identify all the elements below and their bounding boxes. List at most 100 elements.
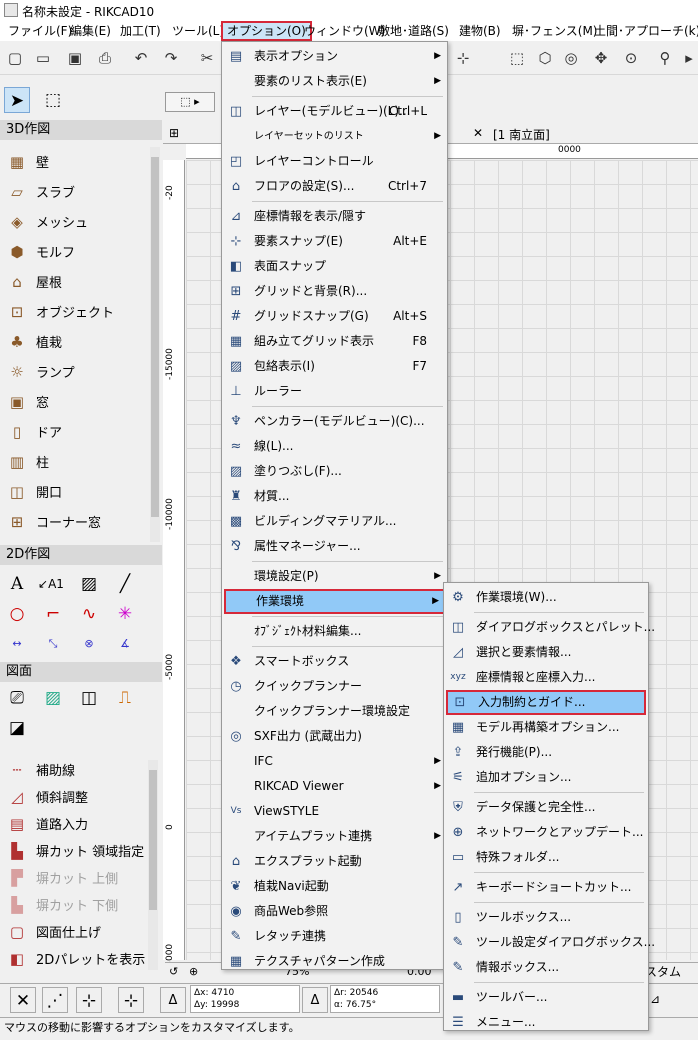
menu-item-building-material[interactable]: ▩ ビルディングマテリアル... (224, 509, 445, 534)
camera-tool-icon[interactable]: ⎚ (4, 685, 30, 711)
menu-item-web[interactable]: ◉ 商品Web参照 (224, 899, 445, 924)
section-3d-header[interactable]: 3D作図 (0, 120, 162, 140)
level-dimension-icon[interactable]: ⤡ (40, 631, 66, 657)
line-tool-icon[interactable]: ╱ (112, 571, 138, 597)
angle-dimension-icon[interactable]: ∡ (112, 631, 138, 657)
save-icon[interactable]: ▣ (64, 47, 86, 69)
menubar-item-4[interactable]: オプション(O) (221, 21, 312, 41)
menubar-item-9[interactable]: 土間･アプローチ(k) (590, 21, 698, 41)
tool-drawing-finish[interactable]: ▢ 図面仕上げ (6, 919, 101, 946)
menu-item-pen-color[interactable]: ♆ ペンカラー(モデルビュー)(C)... (224, 409, 445, 434)
navigate-icon[interactable]: ✥ (590, 47, 612, 69)
tool-wall[interactable]: ▦ 壁 (6, 147, 49, 177)
menu-item-1[interactable]: 要素のリスト表示(E) ▶ (224, 69, 445, 94)
menu-item-27[interactable]: ｵﾌﾞｼﾞｪｸﾄ材料編集... (224, 619, 445, 644)
text-tool-icon[interactable]: A (4, 571, 30, 597)
menu-item-grid[interactable]: ⊞ グリッドと背景(R)... (224, 279, 445, 304)
tool-roof[interactable]: ⌂ 屋根 (6, 267, 62, 297)
menu-item-25[interactable]: 作業環境 ▶ (224, 589, 445, 614)
menu-item-33[interactable]: IFC ▶ (224, 749, 445, 774)
menu-item-layer[interactable]: ◫ レイヤー(モデルビュー)(L)... Ctrl+L (224, 99, 445, 124)
redo-icon[interactable]: ↷ (160, 47, 182, 69)
delta-coordinates[interactable]: Δx: 4710 Δy: 19998 (190, 985, 300, 1013)
relative-construction-icon[interactable]: ⊹ (76, 987, 102, 1013)
tool-morph[interactable]: ⬢ モルフ (6, 237, 75, 267)
menu-item-coordinates[interactable]: ⊿ 座標情報を表示/隠す (224, 204, 445, 229)
tool-road[interactable]: ▤ 道路入力 (6, 811, 88, 838)
circle-tool-icon[interactable]: ○ (4, 601, 30, 627)
hotspot-tool-icon[interactable]: ✳ (112, 601, 138, 627)
menu-item-floor-settings[interactable]: ⌂ フロアの設定(S)... Ctrl+7 (224, 174, 445, 199)
menu-item-data-protection[interactable]: ⛨ データ保護と完全性... (446, 795, 646, 820)
menu-item-texture[interactable]: ▦ テクスチャパターン作成 (224, 949, 445, 974)
snap-mode-icon[interactable]: ✕ (10, 987, 36, 1013)
undo-icon[interactable]: ↶ (130, 47, 152, 69)
menu-item-line-type[interactable]: ≈ 線(L)... (224, 434, 445, 459)
worksheet-tool-icon[interactable]: ◫ (76, 685, 102, 711)
tool-palette-2d[interactable]: ◧ 2Dパレットを表示 (6, 946, 145, 973)
menu-item-info-box[interactable]: ✎ 情報ボックス... (446, 955, 646, 980)
figure-tool-icon[interactable]: ▨ (40, 685, 66, 711)
menu-item-fill[interactable]: ▨ 塗りつぶし(F)... (224, 459, 445, 484)
menu-item-retouch[interactable]: ✎ レタッチ連携 (224, 924, 445, 949)
new-icon[interactable]: ▢ (4, 47, 26, 69)
tab-south-elevation[interactable]: [1 南立面] (493, 126, 550, 143)
zoom-undo-icon[interactable]: ↺ (169, 965, 178, 978)
print-icon[interactable]: ⎙ (94, 47, 116, 69)
tool-door[interactable]: ▯ ドア (6, 417, 62, 447)
tool-fence-cut[interactable]: ▙ 塀カット 領域指定 (6, 838, 144, 865)
menu-item-plant-navi[interactable]: ❦ 植栽Navi起動 (224, 874, 445, 899)
menubar-item-6[interactable]: 敷地･道路(S) (374, 21, 453, 41)
tool-column[interactable]: ▥ 柱 (6, 447, 49, 477)
palette-bottom-scrollbar[interactable] (148, 760, 158, 970)
menubar-item-7[interactable]: 建物(B) (455, 21, 505, 41)
menu-item-input-constraint[interactable]: ⊡ 入力制約とガイド... (446, 690, 646, 715)
tool-mesh[interactable]: ◈ メッシュ (6, 207, 88, 237)
tool-slope[interactable]: ◿ 傾斜調整 (6, 784, 88, 811)
menu-item-surface-snap[interactable]: ◧ 表面スナップ (224, 254, 445, 279)
label-tool-icon[interactable]: ↙A1 (38, 571, 64, 597)
menu-item-layer-control[interactable]: ◰ レイヤーコントロール (224, 149, 445, 174)
walk-icon[interactable]: ⊙ (620, 47, 642, 69)
tool-guide-line[interactable]: ┄ 補助線 (6, 757, 75, 784)
tool-window[interactable]: ▣ 窓 (6, 387, 49, 417)
menu-item-network[interactable]: ⊕ ネットワークとアップデート... (446, 820, 646, 845)
tool-object[interactable]: ⊡ オブジェクト (6, 297, 114, 327)
select-box-icon[interactable]: ⬚ (506, 47, 528, 69)
menu-item-coord-input[interactable]: xyz 座標情報と座標入力... (446, 665, 646, 690)
tool-fence-cut-bottom[interactable]: ▙ 塀カット 下側 (6, 892, 118, 919)
menu-item-menu[interactable]: ☰ メニュー... (446, 1010, 646, 1035)
menu-item-ruler[interactable]: ⊥ ルーラー (224, 379, 445, 404)
menu-item-element-snap[interactable]: ⊹ 要素スナップ(E) Alt+E (224, 229, 445, 254)
section-drawing-header[interactable]: 図面 (0, 662, 162, 682)
palette-scrollbar[interactable] (150, 147, 160, 542)
special-snap-icon[interactable]: ⊹ (118, 987, 144, 1013)
hatch-tool-icon[interactable]: ▨ (76, 571, 102, 597)
cut-icon[interactable]: ✂ (196, 47, 218, 69)
menubar-item-3[interactable]: ツール(L) (168, 21, 228, 41)
tool-slab[interactable]: ▱ スラブ (6, 177, 75, 207)
menu-item-publish[interactable]: ⇪ 発行機能(P)... (446, 740, 646, 765)
menu-item-smartbox[interactable]: ❖ スマートボックス (224, 649, 445, 674)
menu-item-sxf-export[interactable]: ◎ SXF出力 (武蔵出力) (224, 724, 445, 749)
menu-item-viewstyle[interactable]: Vs ViewSTYLE (224, 799, 445, 824)
zoom-in-icon[interactable]: ⊕ (189, 965, 198, 978)
marquee-tool-icon[interactable]: ⬚ (40, 87, 66, 113)
menu-item-4[interactable]: レイヤーセットのリスト ▶ (224, 124, 445, 149)
menu-item-quick-planner[interactable]: ◷ クイックプランナー (224, 674, 445, 699)
tool-tree[interactable]: ♣ 植栽 (6, 327, 62, 357)
menu-item-grid-snap[interactable]: # グリッドスナップ(G) Alt+S (224, 304, 445, 329)
menu-item-folder[interactable]: ▭ 特殊フォルダ... (446, 845, 646, 870)
menu-item-tool-settings[interactable]: ✎ ツール設定ダイアログボックス... (446, 930, 656, 955)
tool-fence-cut-top[interactable]: ▛ 塀カット 上側 (6, 865, 118, 892)
tool-corner-window[interactable]: ⊞ コーナー窓 (6, 507, 101, 537)
menu-item-selection-info[interactable]: ◿ 選択と要素情報... (446, 640, 646, 665)
orbit-icon[interactable]: ◎ (560, 47, 582, 69)
arrow-tool-icon[interactable]: ➤ (4, 87, 30, 113)
more-icon[interactable]: ▸ (678, 47, 698, 69)
open-icon[interactable]: ▭ (32, 47, 54, 69)
dimension-tool-icon[interactable]: ↔ (4, 631, 30, 657)
menu-item-toolbox[interactable]: ▯ ツールボックス... (446, 905, 646, 930)
menu-item-keyboard[interactable]: ↗ キーボードショートカット... (446, 875, 646, 900)
view-mode-button[interactable]: ⬚ ▸ (165, 92, 215, 112)
